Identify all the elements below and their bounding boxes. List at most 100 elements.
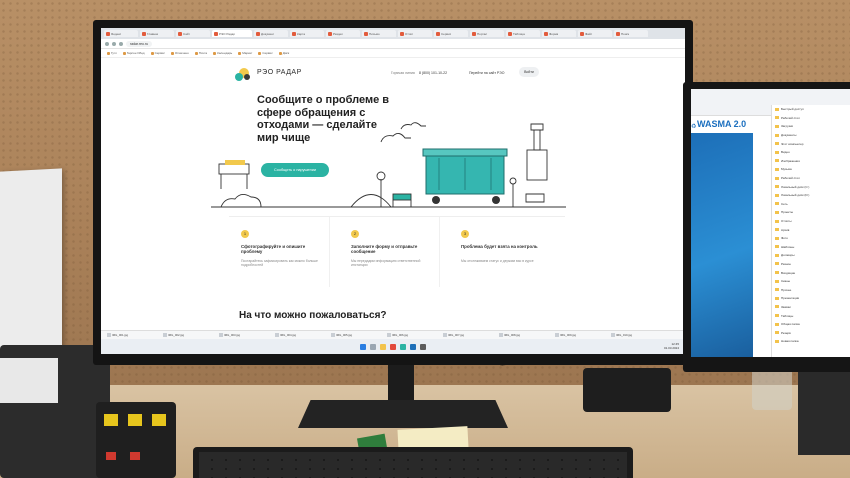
file-icon: [443, 333, 447, 337]
browser-tab[interactable]: Сайт: [176, 30, 210, 37]
browser-tab[interactable]: Документ: [254, 30, 288, 37]
download-item[interactable]: IMG_009.jpg: [555, 333, 607, 337]
explorer-item[interactable]: Рабочий стол: [772, 114, 850, 123]
download-item[interactable]: IMG_006.jpg: [387, 333, 439, 337]
download-item[interactable]: IMG_004.jpg: [275, 333, 327, 337]
explorer-item[interactable]: Фото: [772, 234, 850, 243]
hero-illustration: [211, 122, 566, 208]
address-bar[interactable]: radar.reo.ru: [101, 39, 685, 49]
explorer-item[interactable]: Быстрый доступ: [772, 105, 850, 114]
explorer-item[interactable]: Новая папка: [772, 337, 850, 346]
folder-icon: [775, 219, 779, 223]
file-icon: [555, 333, 559, 337]
download-filename: IMG_001.jpg: [112, 333, 129, 337]
browser-tab[interactable]: Главная: [140, 30, 174, 37]
bookmark-item[interactable]: Календарь: [213, 51, 232, 55]
hotline-phone[interactable]: 8 (800) 101-10-22: [419, 71, 447, 75]
printer-paper: [0, 358, 58, 403]
settings-icon[interactable]: [420, 343, 426, 350]
explorer-item[interactable]: Архив: [772, 225, 850, 234]
bookmark-item[interactable]: Почта: [194, 51, 207, 55]
explorer-item-label: Изображения: [781, 158, 800, 163]
explorer-item[interactable]: Музыка: [772, 165, 850, 174]
explorer-item[interactable]: Видео: [772, 148, 850, 157]
app-icon[interactable]: [400, 343, 406, 350]
folder-icon: [775, 133, 779, 137]
explorer-item[interactable]: Договоры: [772, 251, 850, 260]
browser-tab[interactable]: Файл: [578, 30, 612, 37]
browser-tab[interactable]: РЭО Радар: [212, 30, 252, 37]
browser-tab[interactable]: Раздел: [326, 30, 360, 37]
reload-icon[interactable]: [119, 41, 123, 46]
download-item[interactable]: IMG_005.jpg: [331, 333, 383, 337]
bookmark-item[interactable]: Гугл: [107, 51, 117, 55]
url-field[interactable]: radar.reo.ru: [126, 40, 153, 47]
download-item[interactable]: IMG_008.jpg: [499, 333, 551, 337]
explorer-item[interactable]: Этот компьютер: [772, 139, 850, 148]
taskbar-clock[interactable]: 12:45 01.03.2024: [664, 342, 679, 350]
mail-icon[interactable]: [410, 343, 416, 350]
explorer-item[interactable]: Изображения: [772, 157, 850, 166]
bookmark-item[interactable]: Диск: [278, 51, 289, 55]
main-monitor: Яндекс Главная Сайт РЭО Радар Документ Карта Р…: [93, 20, 693, 365]
browser-tab[interactable]: Яндекс: [104, 30, 138, 37]
explorer-item[interactable]: Заявки: [772, 303, 850, 312]
explorer-item[interactable]: Рабочий стол: [772, 174, 850, 183]
bookmark-label: Гарсон Обед: [126, 51, 145, 55]
search-icon[interactable]: [370, 343, 376, 350]
explorer-item-label: Рабочий стол: [781, 176, 800, 181]
logo-text[interactable]: РЭО РАДАР: [257, 69, 302, 76]
file-icon: [107, 333, 111, 337]
explorer-item[interactable]: Локальный диск (D:): [772, 191, 850, 200]
explorer-item[interactable]: Прочее: [772, 285, 850, 294]
explorer-icon[interactable]: [380, 343, 386, 350]
explorer-item[interactable]: Загрузки: [772, 122, 850, 131]
browser-tab[interactable]: Портал: [470, 30, 504, 37]
explorer-item[interactable]: Проекты: [772, 208, 850, 217]
login-button[interactable]: Войти: [519, 67, 539, 77]
step-card: 3 Проблема будет взята на контроль Мы от…: [449, 217, 549, 287]
explorer-item[interactable]: Входящие: [772, 268, 850, 277]
download-item[interactable]: IMG_003.jpg: [219, 333, 271, 337]
browser-tab[interactable]: Сервис: [434, 30, 468, 37]
bookmark-item[interactable]: Сервис: [150, 51, 165, 55]
download-item[interactable]: IMG_007.jpg: [443, 333, 495, 337]
browser-tab[interactable]: Карта: [290, 30, 324, 37]
explorer-item[interactable]: Презентации: [772, 294, 850, 303]
explorer-item[interactable]: Таблицы: [772, 311, 850, 320]
browser-tab[interactable]: Форма: [542, 30, 576, 37]
download-item[interactable]: IMG_002.jpg: [163, 333, 215, 337]
wasma-logo: WASMA 2.0: [697, 119, 747, 129]
explorer-item[interactable]: Документы: [772, 131, 850, 140]
start-icon[interactable]: [360, 343, 366, 350]
explorer-item-label: Договоры: [781, 253, 795, 258]
explorer-item[interactable]: Разное: [772, 260, 850, 269]
download-filename: IMG_007.jpg: [448, 333, 465, 337]
explorer-item[interactable]: Шаблоны: [772, 243, 850, 252]
explorer-item[interactable]: Отчёты: [772, 217, 850, 226]
browser-tab[interactable]: Поиск: [614, 30, 648, 37]
tab-favicon-icon: [436, 31, 440, 36]
bookmark-item[interactable]: Сервис: [258, 51, 273, 55]
explorer-item[interactable]: Локальный диск (C:): [772, 182, 850, 191]
explorer-item-label: Этот компьютер: [781, 141, 804, 146]
explorer-item[interactable]: Резерв: [772, 328, 850, 337]
back-icon[interactable]: [105, 41, 109, 46]
bookmark-item[interactable]: Гарсон Обед: [122, 51, 145, 55]
download-item[interactable]: IMG_001.jpg: [107, 333, 159, 337]
explorer-item[interactable]: Сканы: [772, 277, 850, 286]
browser-tab[interactable]: Отчёт: [398, 30, 432, 37]
browser-tab[interactable]: Письмо: [362, 30, 396, 37]
forward-icon[interactable]: [112, 41, 116, 46]
explorer-item[interactable]: Общая папка: [772, 320, 850, 329]
explorer-item[interactable]: Сеть: [772, 200, 850, 209]
bookmark-item[interactable]: Маркет: [238, 51, 252, 55]
browser-icon[interactable]: [390, 343, 396, 350]
goto-reo-link[interactable]: Перейти на сайт РЭО: [469, 71, 505, 75]
download-item[interactable]: IMG_010.jpg: [611, 333, 663, 337]
step-card: 1 Сфотографируйте и опишите проблему Пос…: [229, 217, 330, 287]
reo-logo-icon[interactable]: [235, 68, 253, 82]
browser-tab[interactable]: Таблица: [506, 30, 540, 37]
bookmark-item[interactable]: Отмечено: [170, 51, 189, 55]
file-icon: [163, 333, 167, 337]
